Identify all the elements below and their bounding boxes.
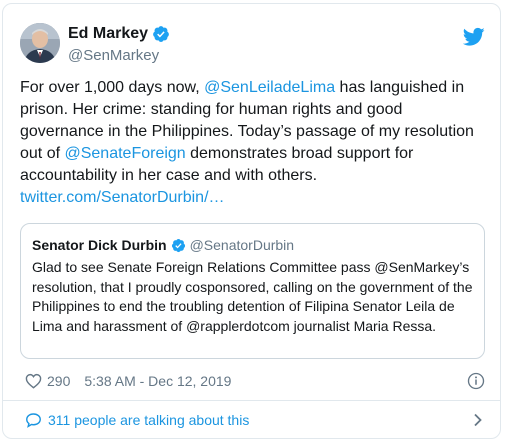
tweet-timestamp[interactable]: 5:38 AM - Dec 12, 2019: [84, 373, 231, 389]
tweet-text-part: For over 1,000 days now,: [20, 79, 205, 96]
like-count[interactable]: 290: [47, 373, 70, 389]
avatar[interactable]: [20, 23, 60, 63]
author-name-row: Ed Markey: [68, 24, 170, 44]
quoted-tweet-text: Glad to see Senate Foreign Relations Com…: [32, 259, 473, 334]
verified-badge-icon: [171, 238, 185, 252]
info-icon[interactable]: [467, 372, 485, 390]
author-name[interactable]: Ed Markey: [68, 25, 148, 43]
twitter-bird-icon[interactable]: [463, 27, 485, 47]
tweet-header: Ed Markey @SenMarkey: [20, 23, 485, 67]
tweet-text: For over 1,000 days now, @SenLeiladeLima…: [20, 77, 482, 209]
quoted-tweet-header: Senator Dick Durbin @SenatorDurbin: [32, 235, 294, 255]
conversation-link[interactable]: 311 people are talking about this: [25, 409, 485, 431]
quoted-tweet[interactable]: Senator Dick Durbin @SenatorDurbin Glad …: [20, 223, 485, 359]
chevron-right-icon: [474, 413, 482, 427]
mention-link[interactable]: @SenLeiladeLima: [204, 79, 335, 96]
talking-about-label: 311 people are talking about this: [48, 412, 250, 428]
divider: [3, 400, 500, 401]
author-names: Ed Markey @SenMarkey: [68, 24, 170, 64]
quoted-author-handle: @SenatorDurbin: [189, 237, 295, 253]
heart-icon[interactable]: [25, 373, 42, 389]
quoted-author-name: Senator Dick Durbin: [32, 237, 167, 253]
quoted-tweet-url-link[interactable]: twitter.com/SenatorDurbin/…: [20, 189, 225, 206]
tweet-card: Ed Markey @SenMarkey For over 1,000 days…: [2, 3, 501, 439]
tweet-meta: 290 5:38 AM - Dec 12, 2019: [25, 371, 485, 391]
verified-badge-icon: [153, 26, 169, 42]
mention-link[interactable]: @SenateForeign: [64, 145, 185, 162]
author-handle[interactable]: @SenMarkey: [68, 47, 170, 64]
speech-bubble-icon: [26, 413, 41, 428]
